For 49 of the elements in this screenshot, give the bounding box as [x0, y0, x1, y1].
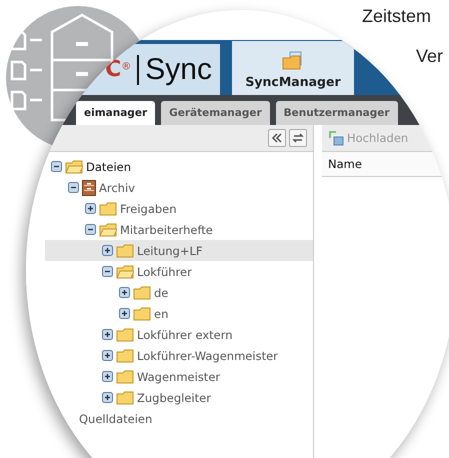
folder-icon: [65, 160, 83, 174]
collapse-icon[interactable]: [51, 161, 62, 172]
folder-icon: [116, 390, 134, 404]
tree-row[interactable]: Lokführer extern: [45, 324, 313, 345]
expand-icon[interactable]: [102, 350, 113, 361]
tree-row[interactable]: Lokführer: [45, 261, 313, 282]
tree-row[interactable]: Zugbegleiter: [45, 387, 313, 408]
headline-text: Zeitstem: [362, 6, 432, 27]
folder-icon: [116, 328, 134, 342]
cabinet-icon: [82, 180, 96, 196]
collapse-icon[interactable]: [68, 182, 79, 193]
tree-row[interactable]: Dateien: [45, 156, 313, 177]
folder-icon: [282, 51, 304, 71]
collapse-icon[interactable]: [85, 224, 96, 235]
folder-icon: [99, 222, 117, 236]
tab[interactable]: Gerätemanager: [161, 101, 270, 125]
folder-icon: [99, 202, 117, 216]
folder-icon: [116, 370, 134, 384]
refresh-icon[interactable]: [289, 129, 307, 147]
headline-text: Ver: [416, 46, 444, 67]
tab[interactable]: Benutzermanager: [276, 101, 398, 125]
expand-icon[interactable]: [102, 329, 113, 340]
tree-row[interactable]: en: [45, 303, 313, 324]
expand-icon[interactable]: [102, 392, 113, 403]
folder-icon: [116, 244, 134, 258]
app-tab[interactable]: SyncManager: [232, 41, 354, 95]
tree-row[interactable]: Lokführer-Wagenmeister: [45, 345, 313, 366]
tree-row[interactable]: Mitarbeiterhefte: [45, 219, 313, 240]
expand-icon[interactable]: [119, 287, 130, 298]
collapse-panel-icon[interactable]: [268, 129, 286, 147]
folder-icon: [133, 306, 151, 320]
expand-icon[interactable]: [102, 245, 113, 256]
tree-row[interactable]: de: [45, 282, 313, 303]
expand-icon[interactable]: [119, 308, 130, 319]
expand-icon[interactable]: [85, 203, 96, 214]
collapse-icon[interactable]: [102, 266, 113, 277]
tab[interactable]: eimanager: [76, 101, 156, 125]
tree-row[interactable]: Archiv: [45, 177, 313, 198]
tree-row[interactable]: Wagenmeister: [45, 366, 313, 387]
tree-row[interactable]: Leitung+LF: [45, 240, 313, 261]
folder-icon: [116, 348, 134, 362]
upload-icon: [328, 130, 344, 146]
registered-mark: ®: [121, 62, 132, 73]
tree-row[interactable]: Quelldateien: [45, 408, 313, 429]
folder-icon: [116, 264, 134, 278]
expand-icon[interactable]: [102, 371, 113, 382]
tree-row[interactable]: Freigaben: [45, 198, 313, 219]
logo-text: Sync: [137, 54, 212, 84]
folder-icon: [133, 286, 151, 300]
